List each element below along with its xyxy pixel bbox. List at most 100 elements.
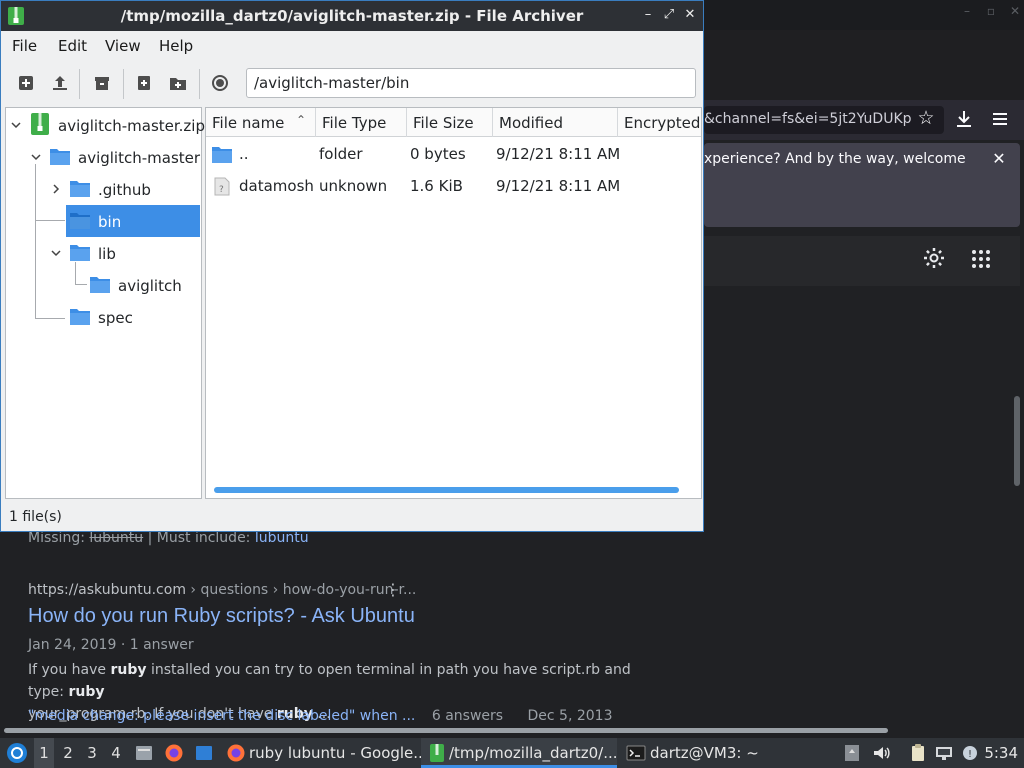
file-list-header: File name ⌃ File Type File Size Modified … xyxy=(206,108,701,137)
notification-text: xperience? And by the way, welcome xyxy=(704,151,966,167)
minimize-icon[interactable]: – xyxy=(639,6,657,24)
add-folder-icon[interactable] xyxy=(168,73,188,93)
result-missing-terms: Missing: lubuntu | Must include: lubuntu xyxy=(28,530,309,546)
archiver-titlebar[interactable]: /tmp/mozilla_dartz0/aviglitch-master.zip… xyxy=(1,1,703,31)
column-file-name[interactable]: File name ⌃ xyxy=(206,108,316,137)
new-archive-icon[interactable] xyxy=(16,73,36,93)
task-firefox[interactable]: ruby lubuntu - Google... xyxy=(222,738,428,768)
column-file-size[interactable]: File Size xyxy=(407,108,493,137)
result-meta: Jan 24, 2019 · 1 answer xyxy=(28,637,194,653)
result-more-options-icon[interactable]: ⋮ xyxy=(384,580,402,602)
unknown-file-icon: ? xyxy=(214,177,230,196)
tree-item-github[interactable]: .github xyxy=(98,181,151,199)
file-modified: 9/12/21 8:11 AM xyxy=(496,177,621,195)
column-modified[interactable]: Modified xyxy=(493,108,618,137)
browser-maximize-icon[interactable]: ▫ xyxy=(982,4,1000,18)
notification-icon[interactable]: ! xyxy=(960,743,980,763)
tree-item-lib[interactable]: lib xyxy=(98,245,116,263)
archiver-title: /tmp/mozilla_dartz0/aviglitch-master.zip… xyxy=(120,7,584,25)
browser-minimize-icon[interactable]: – xyxy=(958,4,976,18)
menu-edit[interactable]: Edit xyxy=(58,37,87,55)
terminal-icon xyxy=(626,745,646,761)
file-row[interactable]: ? datamosh unknown 1.6 KiB 9/12/21 8:11 … xyxy=(206,170,701,202)
browser-notification-bar: xperience? And by the way, welcome xyxy=(704,143,1020,227)
settings-gear-icon[interactable] xyxy=(922,246,946,270)
file-size: 1.6 KiB xyxy=(410,177,463,195)
collapsed-arrow-icon[interactable] xyxy=(50,183,62,195)
stop-icon[interactable] xyxy=(210,73,230,93)
expand-arrow-icon[interactable] xyxy=(10,119,22,131)
file-size: 0 bytes xyxy=(410,145,466,163)
file-name: .. xyxy=(239,145,249,163)
notification-close-icon[interactable]: ✕ xyxy=(988,150,1010,172)
file-list-horizontal-scrollbar[interactable] xyxy=(214,487,679,493)
missing-term: lubuntu xyxy=(89,530,144,546)
svg-text:?: ? xyxy=(219,185,224,195)
page-vertical-scrollbar[interactable] xyxy=(1014,396,1020,486)
browser-close-icon[interactable]: ✕ xyxy=(1006,4,1024,18)
status-bar: 1 file(s) xyxy=(9,509,62,525)
menu-help[interactable]: Help xyxy=(159,37,193,55)
location-path-input[interactable]: /aviglitch-master/bin xyxy=(246,68,696,98)
result-cite[interactable]: https://askubuntu.com › questions › how-… xyxy=(28,582,416,598)
tree-item-spec[interactable]: spec xyxy=(98,309,133,327)
tree-item-bin[interactable]: bin xyxy=(98,213,121,231)
tree-item-zip[interactable]: aviglitch-master.zip xyxy=(58,117,205,135)
folder-icon xyxy=(212,147,232,163)
firefox-icon xyxy=(227,744,245,762)
apps-grid-icon[interactable] xyxy=(969,247,993,271)
menu-bar: File Edit View Help xyxy=(1,31,703,61)
workspace-4[interactable]: 4 xyxy=(106,738,126,768)
url-bar[interactable]: &channel=fs&ei=5jt2YuDUKp xyxy=(704,106,944,134)
menu-view[interactable]: View xyxy=(105,37,141,55)
workspace-3[interactable]: 3 xyxy=(82,738,102,768)
task-terminal[interactable]: dartz@VM3: ~ xyxy=(622,738,782,768)
add-files-icon[interactable] xyxy=(134,73,154,93)
taskbar: 1 2 3 4 ruby lubuntu - Google... /tmp/mo… xyxy=(0,738,1024,768)
folder-icon xyxy=(50,149,70,165)
related-question-link[interactable]: "media change: please insert the disc la… xyxy=(28,708,415,724)
result-related-question: "media change: please insert the disc la… xyxy=(28,708,633,724)
related-date: Dec 5, 2013 xyxy=(527,708,613,724)
close-icon[interactable]: ✕ xyxy=(681,6,699,24)
archive-box-icon[interactable] xyxy=(92,73,112,93)
network-icon[interactable] xyxy=(934,743,954,763)
firefox-launcher-icon[interactable] xyxy=(164,743,184,763)
download-icon[interactable] xyxy=(952,107,976,131)
archive-icon xyxy=(430,744,444,762)
extract-icon[interactable] xyxy=(50,73,70,93)
column-file-type[interactable]: File Type xyxy=(316,108,407,137)
workspace-2[interactable]: 2 xyxy=(58,738,78,768)
workspace-1[interactable]: 1 xyxy=(34,738,54,768)
file-row[interactable]: .. folder 0 bytes 9/12/21 8:11 AM xyxy=(206,138,701,170)
file-name: datamosh xyxy=(239,177,314,195)
page-horizontal-scrollbar[interactable] xyxy=(4,728,888,733)
column-encrypted[interactable]: Encrypted xyxy=(618,108,701,137)
system-tray-lock-icon[interactable] xyxy=(842,743,862,763)
task-label: dartz@VM3: ~ xyxy=(650,744,759,762)
hamburger-menu-icon[interactable] xyxy=(988,107,1012,131)
related-answer-count: 6 answers xyxy=(431,708,504,724)
file-list: File name ⌃ File Type File Size Modified … xyxy=(205,107,702,499)
result-title-link[interactable]: How do you run Ruby scripts? - Ask Ubunt… xyxy=(28,605,415,628)
folder-icon xyxy=(70,309,90,325)
clipboard-icon[interactable] xyxy=(908,743,928,763)
file-manager-icon[interactable] xyxy=(134,743,154,763)
desktop-icon[interactable] xyxy=(194,743,214,763)
expand-arrow-icon[interactable] xyxy=(30,151,42,163)
tree-item-aviglitch-master[interactable]: aviglitch-master xyxy=(78,149,200,167)
task-file-archiver[interactable]: /tmp/mozilla_dartz0/... xyxy=(421,738,618,768)
volume-icon[interactable] xyxy=(871,743,891,763)
maximize-icon[interactable]: ⤢ xyxy=(660,6,678,24)
task-label: /tmp/mozilla_dartz0/... xyxy=(449,744,618,762)
browser-window-controls: – ▫ ✕ xyxy=(958,4,1024,18)
toolbar-separator xyxy=(199,69,200,99)
clock[interactable]: 5:34 xyxy=(984,744,1018,762)
expand-arrow-icon[interactable] xyxy=(50,247,62,259)
url-text: &channel=fs&ei=5jt2YuDUKp xyxy=(704,111,912,127)
bookmark-star-icon[interactable]: ☆ xyxy=(912,107,940,131)
start-menu-icon[interactable] xyxy=(6,742,28,764)
menu-file[interactable]: File xyxy=(12,37,37,55)
tree-item-aviglitch[interactable]: aviglitch xyxy=(118,277,182,295)
must-include-link[interactable]: lubuntu xyxy=(255,530,309,546)
